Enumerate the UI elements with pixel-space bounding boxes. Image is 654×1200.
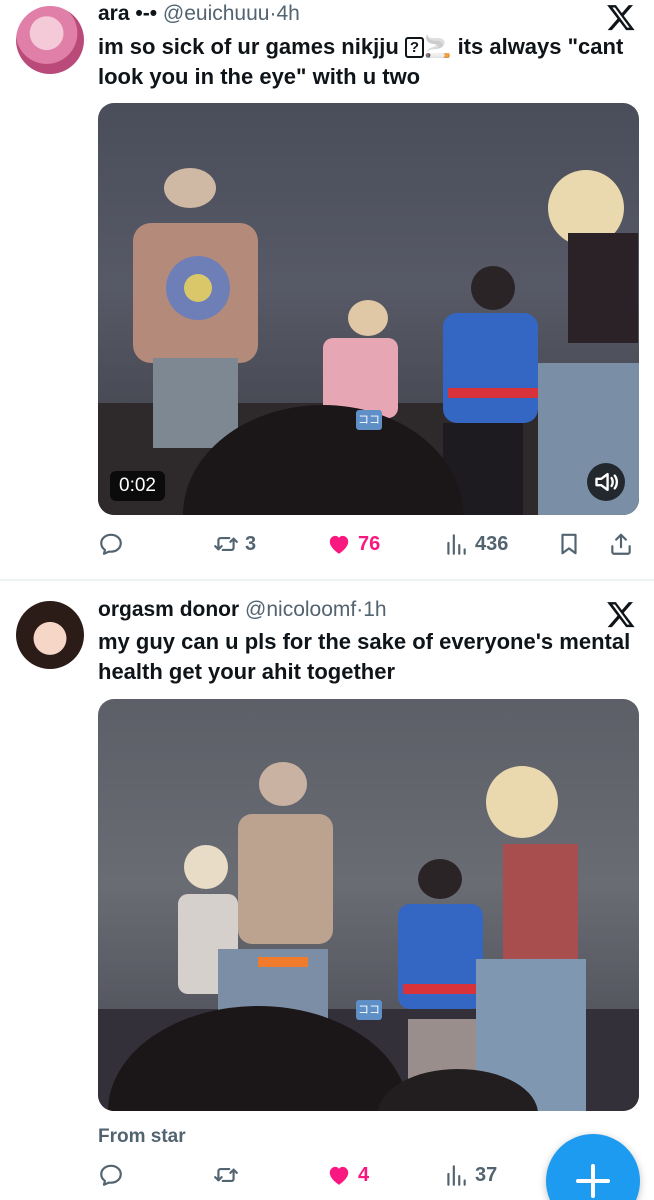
video-frame bbox=[98, 168, 639, 515]
user-handle[interactable]: @nicoloomf bbox=[245, 598, 356, 621]
heart-icon bbox=[329, 1166, 349, 1185]
tweet-text: my guy can u pls for the sake of everyon… bbox=[98, 629, 631, 684]
x-logo-icon bbox=[607, 5, 635, 31]
video-player[interactable]: ココ bbox=[98, 699, 639, 1111]
plus-icon bbox=[576, 1164, 610, 1198]
bookmark-button[interactable] bbox=[556, 526, 582, 562]
views-button[interactable]: 37 bbox=[443, 1157, 497, 1193]
view-count: 436 bbox=[475, 532, 509, 555]
retweet-count: 3 bbox=[245, 532, 257, 555]
like-button[interactable]: 76 bbox=[326, 526, 380, 562]
display-name[interactable]: orgasm donor bbox=[98, 598, 239, 621]
caption-badge: ココ bbox=[356, 410, 382, 430]
cigarette-emoji: 🚬 bbox=[424, 34, 452, 59]
bookmark-icon bbox=[561, 533, 577, 555]
timestamp[interactable]: 4h bbox=[276, 2, 299, 25]
reply-icon bbox=[100, 1164, 122, 1186]
tweet[interactable]: ara •-• @euichuuu·4h im so sick of ur ga… bbox=[0, 0, 654, 580]
reply-icon bbox=[100, 533, 122, 555]
views-icon bbox=[447, 1165, 466, 1186]
volume-icon bbox=[595, 472, 619, 492]
display-name[interactable]: ara •-• bbox=[98, 2, 157, 25]
video-frame bbox=[98, 762, 639, 1111]
share-icon bbox=[611, 533, 631, 555]
caption-badge: ココ bbox=[356, 1000, 382, 1020]
avatar[interactable] bbox=[16, 601, 84, 669]
retweet-icon bbox=[214, 536, 238, 552]
reply-button[interactable] bbox=[98, 1157, 130, 1193]
x-logo-icon bbox=[607, 602, 635, 628]
community-label[interactable]: From star bbox=[98, 1126, 186, 1148]
tweet-actions: 3 76 436 bbox=[98, 526, 638, 562]
tweet-header: orgasm donor @nicoloomf·1h bbox=[98, 597, 604, 623]
retweet-button[interactable]: 3 bbox=[213, 526, 256, 562]
like-count: 4 bbox=[358, 1163, 370, 1186]
heart-icon bbox=[329, 535, 349, 554]
views-icon bbox=[447, 534, 466, 555]
user-handle[interactable]: @euichuuu bbox=[163, 2, 270, 25]
tweet-text: im so sick of ur games nikjju ? 🚬 its alw… bbox=[98, 34, 624, 89]
avatar[interactable] bbox=[16, 6, 84, 74]
retweet-button[interactable] bbox=[213, 1157, 245, 1193]
like-button[interactable]: 4 bbox=[326, 1157, 369, 1193]
tweet-header: ara •-• @euichuuu·4h bbox=[98, 1, 604, 27]
share-button[interactable] bbox=[608, 526, 634, 562]
reply-button[interactable] bbox=[98, 526, 130, 562]
timestamp[interactable]: 1h bbox=[363, 598, 386, 621]
view-count: 37 bbox=[475, 1163, 498, 1186]
video-player[interactable]: ココ 0:02 bbox=[98, 103, 639, 515]
views-button[interactable]: 436 bbox=[443, 526, 508, 562]
tweet[interactable]: orgasm donor @nicoloomf·1h my guy can u … bbox=[0, 581, 654, 1200]
unknown-glyph-box: ? bbox=[404, 37, 425, 58]
retweet-icon bbox=[214, 1167, 238, 1183]
like-count: 76 bbox=[358, 532, 381, 555]
video-timer: 0:02 bbox=[110, 471, 165, 501]
volume-button[interactable] bbox=[587, 463, 625, 501]
